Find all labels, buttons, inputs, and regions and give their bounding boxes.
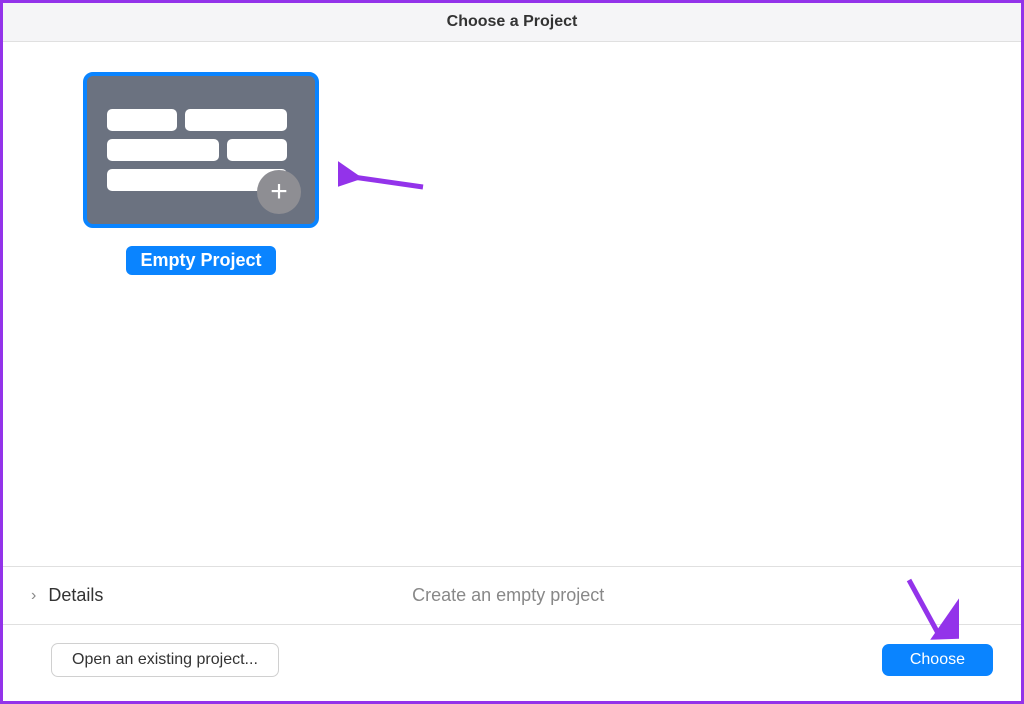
details-description: Create an empty project — [103, 585, 913, 606]
dialog-footer: Open an existing project... Choose — [3, 625, 1021, 701]
template-empty-project[interactable]: + Empty Project — [83, 72, 319, 275]
template-grid: + Empty Project — [3, 42, 1021, 566]
dialog-title: Choose a Project — [3, 13, 1021, 31]
chevron-right-icon: › — [31, 587, 36, 605]
open-existing-button[interactable]: Open an existing project... — [51, 643, 279, 677]
details-toggle[interactable]: › Details — [31, 585, 103, 606]
choose-button[interactable]: Choose — [882, 644, 993, 676]
template-thumbnail: + — [83, 72, 319, 228]
details-label: Details — [48, 585, 103, 606]
dialog-header: Choose a Project — [3, 3, 1021, 42]
annotation-arrow-icon — [338, 157, 428, 197]
template-label: Empty Project — [126, 246, 275, 275]
plus-icon: + — [257, 170, 301, 214]
details-bar: › Details Create an empty project — [3, 566, 1021, 625]
